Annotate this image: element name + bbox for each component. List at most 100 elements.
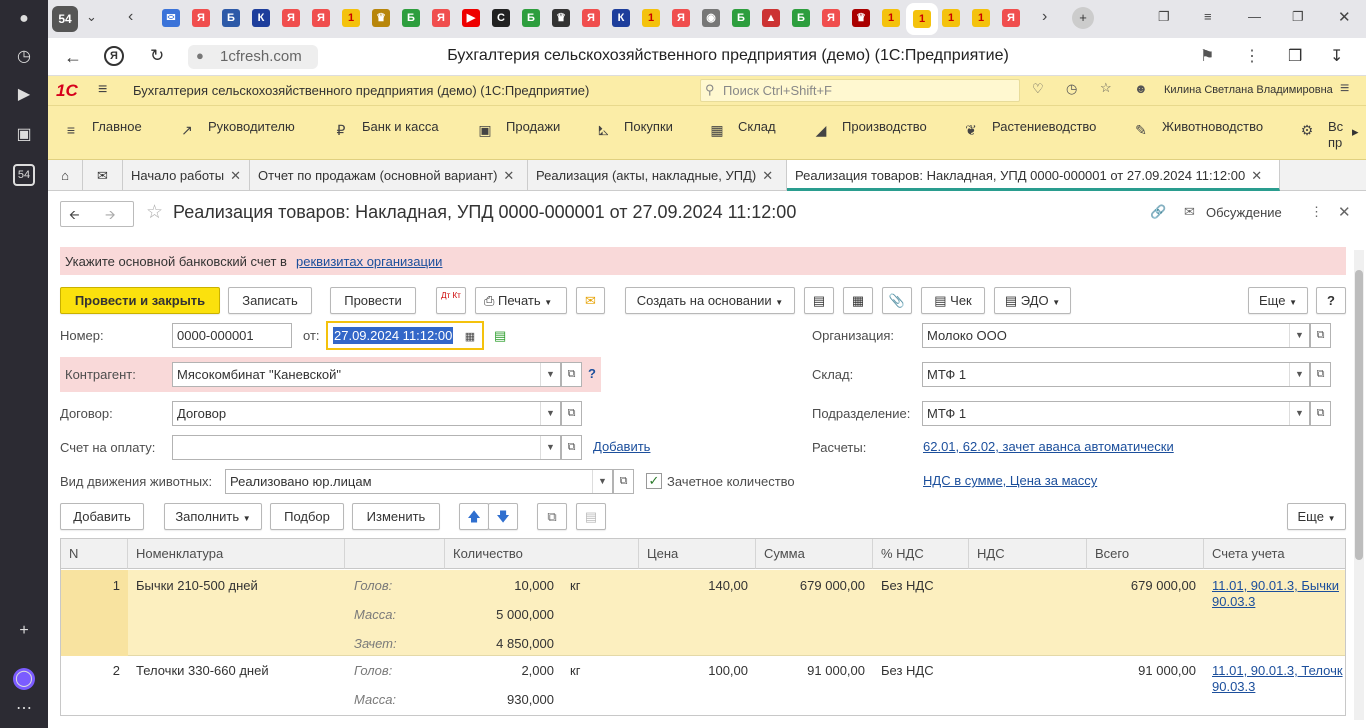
table-more-button[interactable]: Еще ▼ [1287,503,1346,530]
vat-link[interactable]: НДС в сумме, Цена за массу [923,473,1097,488]
vat-rate[interactable]: Без НДС [881,662,934,680]
collections-icon[interactable]: ❐ [1158,9,1170,25]
1c-favicon[interactable]: 1 [942,9,960,27]
yandex-favicon[interactable]: Я [822,9,840,27]
open-counterparty-button[interactable]: ⧉ [561,362,582,387]
division-field[interactable]: МТФ 1 ▼ [922,401,1310,426]
price[interactable]: 140,00 [639,577,748,595]
section-production[interactable]: ◢ Производство [812,106,927,160]
mass-value[interactable]: 930,000 [445,691,554,709]
play-icon[interactable]: ▶ [13,84,35,106]
tab-counter[interactable]: 54 [52,6,78,32]
col-vat[interactable]: НДС [969,539,1087,569]
dropdown-icon[interactable]: ▼ [540,436,560,459]
change-button[interactable]: Изменить [352,503,440,530]
accounts-link-2[interactable]: 90.03.3 [1212,678,1255,696]
user-name[interactable]: Килина Светлана Владимировна [1164,84,1333,96]
open-movement-button[interactable]: ⧉ [613,469,634,494]
date-field[interactable]: 27.09.2024 11:12:00 ▦ [326,321,484,350]
minimize-icon[interactable]: — [1248,9,1261,24]
tab-sales-document[interactable]: Реализация товаров: Накладная, УПД 0000-… [787,160,1280,191]
contract-field[interactable]: Договор ▼ [172,401,561,426]
section-more[interactable]: ⚙ Вс пр [1298,106,1346,160]
downloads-icon[interactable]: ↧ [1330,46,1343,66]
profile-icon[interactable]: ● [13,8,35,30]
scrollbar-track[interactable] [1354,250,1364,720]
chat-tab[interactable]: ✉ [83,160,123,191]
alice-icon[interactable]: ◯ [13,668,35,690]
more-vert-icon[interactable]: ⋮ [1310,204,1323,220]
close-icon[interactable]: ✕ [762,168,773,183]
heads-value[interactable]: 2,000 [445,662,554,680]
fill-button[interactable]: Заполнить ▼ [164,503,262,530]
restore-icon[interactable]: ❐ [1292,9,1304,25]
discussion-icon[interactable]: ✉ [1184,204,1195,220]
back-icon[interactable]: ← [64,47,82,68]
new-tab-icon[interactable]: + [1072,7,1094,29]
forward-arrow-icon[interactable]: 🡪 [105,206,116,228]
offset-value[interactable]: 4 850,000 [445,635,554,653]
open-warehouse-button[interactable]: ⧉ [1310,362,1331,387]
add-icon[interactable]: + [13,620,35,642]
copy-button[interactable]: ⧉ [537,503,567,530]
tab-sales-list[interactable]: Реализация (акты, накладные, УПД) ✕ [528,160,787,191]
create-based-button[interactable]: Создать на основании ▼ [625,287,795,314]
main-menu-icon[interactable]: ≡ [98,81,107,99]
col-accounts[interactable]: Счета учета [1204,539,1345,569]
url-pill[interactable]: ● 1cfresh.com [188,45,318,69]
structure-button[interactable]: ▦ [843,287,873,314]
help-button[interactable]: ? [1316,287,1346,314]
offset-qty-checkbox[interactable]: ✓ [646,473,662,489]
b-favicon[interactable]: Б [732,9,750,27]
mail-favicon[interactable]: ✉ [162,9,180,27]
section-director[interactable]: ↗ Руководителю [178,106,295,160]
youtube-favicon[interactable]: ▶ [462,9,480,27]
yandex-favicon[interactable]: Я [312,9,330,27]
col-total[interactable]: Всего [1087,539,1204,569]
close-icon[interactable]: ✕ [1251,168,1262,183]
col-sub[interactable] [345,539,445,569]
back-tab-icon[interactable]: ‹ [128,8,133,26]
row-item[interactable]: Бычки 210-500 дней [136,577,258,595]
movement-field[interactable]: Реализовано юр.лицам ▼ [225,469,613,494]
open-invoice-button[interactable]: ⧉ [561,435,582,460]
calendar-ok-icon[interactable]: ▤ [494,328,506,344]
c-favicon[interactable]: C [492,9,510,27]
invoice-field[interactable]: ▼ [172,435,561,460]
add-invoice-link[interactable]: Добавить [593,439,650,454]
star-icon[interactable]: ☆ [1100,80,1112,96]
close-icon[interactable]: ✕ [503,168,514,183]
yandex-favicon[interactable]: Я [582,9,600,27]
hat-favicon[interactable]: ▲ [762,9,780,27]
emblem-favicon[interactable]: ♛ [552,9,570,27]
emblem-favicon[interactable]: ♛ [372,9,390,27]
b-favicon[interactable]: Б [522,9,540,27]
settings-menu-icon[interactable]: ≡ [1340,80,1349,98]
global-search[interactable]: ⚲ Поиск Ctrl+Shift+F [700,79,1020,102]
table-row[interactable]: 1 Бычки 210-500 дней Голов: Масса: Зачет… [61,570,1345,656]
menu-dots-icon[interactable]: ⋮ [1244,46,1260,66]
section-sales[interactable]: ▣ Продажи [476,106,560,160]
section-bank[interactable]: ₽ Банк и касса [332,106,439,160]
back-arrow-icon[interactable]: 🡨 [69,206,80,228]
more-icon[interactable]: ⋯ [13,698,35,720]
table-row[interactable]: 2 Телочки 330-660 дней Голов: Масса: 2,0… [61,657,1345,715]
1c-favicon[interactable]: 1 [342,9,360,27]
section-warehouse[interactable]: ▦ Склад [708,106,775,160]
tab-start[interactable]: Начало работы ✕ [123,160,250,191]
post-button[interactable]: Провести [330,287,416,314]
open-organization-button[interactable]: ⧉ [1310,323,1331,348]
help-question-icon[interactable]: ? [588,366,596,381]
print-button[interactable]: ⎙ Печать ▼ [475,287,567,314]
mass-value[interactable]: 5 000,000 [445,606,554,624]
paste-button[interactable]: ▤ [576,503,606,530]
owl-favicon[interactable]: ◉ [702,9,720,27]
section-livestock[interactable]: ✎ Животноводство [1132,106,1263,160]
heads-value[interactable]: 10,000 [445,577,554,595]
post-and-close-button[interactable]: Провести и закрыть [60,287,220,314]
warehouse-field[interactable]: МТФ 1 ▼ [922,362,1310,387]
history-icon[interactable]: ◷ [1066,81,1077,97]
section-purchases[interactable]: ⛡ Покупки [594,106,673,160]
col-item[interactable]: Номенклатура [128,539,345,569]
yandex-favicon[interactable]: Я [192,9,210,27]
